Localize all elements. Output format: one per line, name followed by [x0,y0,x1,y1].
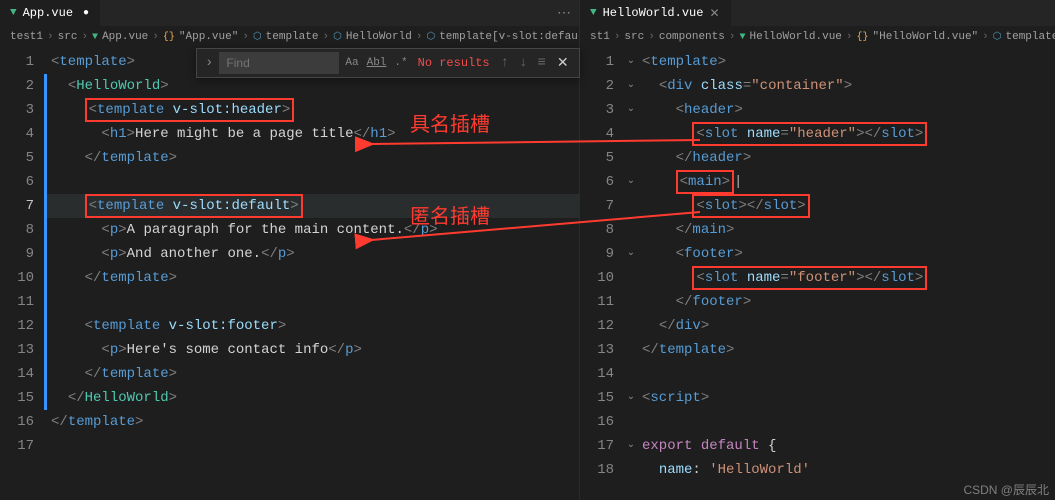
breadcrumb-segment[interactable]: template [266,31,319,43]
code-area-right: 123456789101112131415161718 ⌄⌄⌄⌄⌄⌄⌄ <tem… [580,48,1055,500]
find-bar: › Aa Abl .* No results ↑ ↓ ≡ ✕ [196,48,580,78]
breadcrumb-segment[interactable]: HelloWorld.vue [749,31,841,43]
watermark: CSDN @辰辰北 [963,481,1049,498]
prev-match-icon[interactable]: ↑ [498,55,512,71]
tab-app-vue[interactable]: ▼ App.vue [0,0,100,26]
close-icon[interactable]: ✕ [709,6,719,21]
code-area-left: 1234567891011121314151617 <template> <He… [0,48,579,500]
breadcrumb-segment[interactable]: test1 [10,31,43,43]
breadcrumbs[interactable]: test1›src›▼ App.vue›{} "App.vue"›⬡ templ… [0,26,579,48]
code[interactable]: <template> <div class="container"> <head… [638,48,1055,500]
vue-icon: ▼ [590,7,597,19]
expand-icon[interactable]: › [203,55,215,71]
next-match-icon[interactable]: ↓ [516,55,530,71]
tab-helloworld-vue[interactable]: ▼ HelloWorld.vue ✕ [580,0,731,26]
breadcrumb-segment[interactable]: HelloWorld [346,31,412,43]
tabbar-right: ▼ HelloWorld.vue ✕ [580,0,1055,26]
tab-actions: ⋯ [557,5,579,22]
breadcrumb-segment[interactable]: src [58,31,78,43]
breadcrumb-segment[interactable]: App.vue [102,31,148,43]
find-input[interactable] [219,52,339,74]
breadcrumb-segment[interactable]: st1 [590,31,610,43]
pane-right: ▼ HelloWorld.vue ✕ st1›src›components›▼ … [580,0,1055,500]
breadcrumbs[interactable]: st1›src›components›▼ HelloWorld.vue›{} "… [580,26,1055,48]
tab-label: HelloWorld.vue [603,6,704,20]
find-status: No results [418,56,490,70]
tabbar-left: ▼ App.vue ⋯ [0,0,579,26]
tab-label: App.vue [23,6,73,20]
breadcrumb-segment[interactable]: "HelloWorld.vue" [873,31,979,43]
gutter: 123456789101112131415161718 [580,48,624,500]
breadcrumb-segment[interactable]: src [624,31,644,43]
find-in-selection-icon[interactable]: ≡ [534,55,548,71]
fold-gutter[interactable]: ⌄⌄⌄⌄⌄⌄⌄ [624,48,638,500]
breadcrumb-segment[interactable]: template[v-slot:default] [439,31,579,43]
regex[interactable]: .* [392,55,409,71]
close-find-icon[interactable]: ✕ [553,55,573,72]
breadcrumb-segment[interactable]: components [659,31,725,43]
match-word[interactable]: Abl [365,55,389,71]
match-case[interactable]: Aa [343,55,360,71]
gutter: 1234567891011121314151617 [0,48,44,500]
breadcrumb-segment[interactable]: "App.vue" [179,31,238,43]
code[interactable]: <template> <HelloWorld> <template v-slot… [47,48,579,500]
more-icon[interactable]: ⋯ [557,5,571,22]
breadcrumb-segment[interactable]: template [1006,31,1055,43]
vue-icon: ▼ [10,7,17,19]
